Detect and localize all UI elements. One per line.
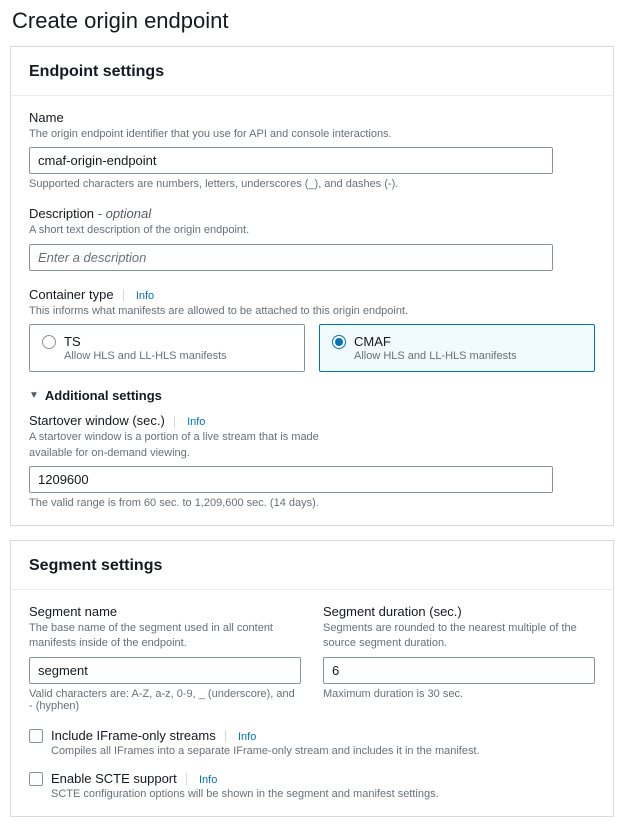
scte-checkbox-row: Enable SCTE support Info SCTE configurat… xyxy=(29,771,595,800)
endpoint-settings-heading: Endpoint settings xyxy=(29,63,595,81)
cmaf-title: CMAF xyxy=(354,334,517,349)
container-type-label-row: Container type Info xyxy=(29,287,595,302)
iframe-label: Include IFrame-only streams xyxy=(51,728,216,743)
ts-desc: Allow HLS and LL-HLS manifests xyxy=(64,350,227,362)
scte-label: Enable SCTE support xyxy=(51,771,177,786)
iframe-info-link[interactable]: Info xyxy=(238,731,256,743)
panel-header: Segment settings xyxy=(11,541,613,590)
container-type-desc: This informs what manifests are allowed … xyxy=(29,304,595,319)
startover-info-link[interactable]: Info xyxy=(187,416,205,428)
description-label-text: Description xyxy=(29,206,94,221)
startover-desc: A startover window is a portion of a liv… xyxy=(29,430,329,461)
name-input[interactable] xyxy=(29,147,553,174)
description-input[interactable] xyxy=(29,244,553,271)
container-type-cmaf-tile[interactable]: CMAF Allow HLS and LL-HLS manifests xyxy=(319,324,595,372)
endpoint-settings-panel: Endpoint settings Name The origin endpoi… xyxy=(10,46,614,526)
divider xyxy=(174,416,175,428)
segment-name-hint: Valid characters are: A-Z, a-z, 0-9, _ (… xyxy=(29,688,301,712)
segment-duration-group: Segment duration (sec.) Segments are rou… xyxy=(323,604,595,712)
segment-name-input[interactable] xyxy=(29,657,301,684)
description-optional: - optional xyxy=(94,206,151,221)
divider xyxy=(123,289,124,301)
segment-settings-heading: Segment settings xyxy=(29,557,595,575)
panel-header: Endpoint settings xyxy=(11,47,613,96)
name-field-group: Name The origin endpoint identifier that… xyxy=(29,110,595,190)
iframe-checkbox[interactable] xyxy=(29,729,43,743)
iframe-checkbox-row: Include IFrame-only streams Info Compile… xyxy=(29,728,595,757)
ts-title: TS xyxy=(64,334,227,349)
radio-icon xyxy=(42,335,56,349)
segment-name-desc: The base name of the segment used in all… xyxy=(29,621,301,652)
additional-settings-toggle[interactable]: ▼ Additional settings xyxy=(29,388,595,403)
additional-settings-title: Additional settings xyxy=(45,388,162,403)
description-field-group: Description - optional A short text desc… xyxy=(29,206,595,270)
divider xyxy=(186,773,187,785)
startover-input[interactable] xyxy=(29,466,553,493)
radio-icon xyxy=(332,335,346,349)
divider xyxy=(225,730,226,742)
page-title: Create origin endpoint xyxy=(10,8,614,34)
container-type-label: Container type xyxy=(29,287,114,302)
segment-duration-desc: Segments are rounded to the nearest mult… xyxy=(323,621,595,652)
scte-checkbox[interactable] xyxy=(29,772,43,786)
segment-duration-label: Segment duration (sec.) xyxy=(323,604,595,619)
startover-field-group: Startover window (sec.) Info A startover… xyxy=(29,413,595,509)
iframe-desc: Compiles all IFrames into a separate IFr… xyxy=(51,745,480,757)
name-hint: Supported characters are numbers, letter… xyxy=(29,178,595,190)
segment-name-label: Segment name xyxy=(29,604,301,619)
name-desc: The origin endpoint identifier that you … xyxy=(29,127,595,142)
scte-info-link[interactable]: Info xyxy=(199,774,217,786)
description-label: Description - optional xyxy=(29,206,595,221)
segment-settings-panel: Segment settings Segment name The base n… xyxy=(10,540,614,817)
triangle-down-icon: ▼ xyxy=(29,390,39,401)
startover-hint: The valid range is from 60 sec. to 1,209… xyxy=(29,497,595,509)
segment-duration-input[interactable] xyxy=(323,657,595,684)
scte-desc: SCTE configuration options will be shown… xyxy=(51,788,439,800)
description-desc: A short text description of the origin e… xyxy=(29,223,595,238)
additional-settings-section: ▼ Additional settings Startover window (… xyxy=(29,388,595,509)
segment-duration-hint: Maximum duration is 30 sec. xyxy=(323,688,595,700)
container-type-group: Container type Info This informs what ma… xyxy=(29,287,595,372)
startover-label-row: Startover window (sec.) Info xyxy=(29,413,595,428)
container-type-ts-tile[interactable]: TS Allow HLS and LL-HLS manifests xyxy=(29,324,305,372)
segment-name-group: Segment name The base name of the segmen… xyxy=(29,604,301,712)
cmaf-desc: Allow HLS and LL-HLS manifests xyxy=(354,350,517,362)
name-label: Name xyxy=(29,110,595,125)
startover-label: Startover window (sec.) xyxy=(29,413,165,428)
container-type-info-link[interactable]: Info xyxy=(136,290,154,302)
